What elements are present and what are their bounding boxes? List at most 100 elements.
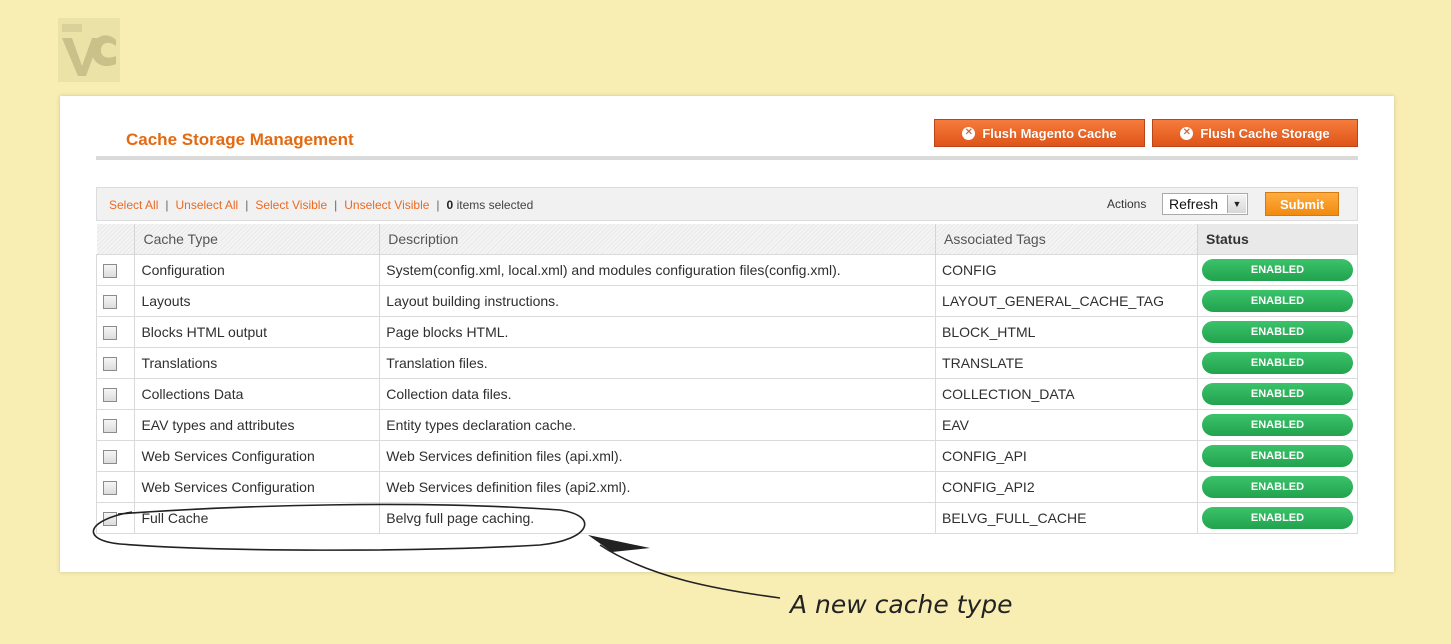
cell-status: ENABLED [1197,347,1358,379]
cell-description: Web Services definition files (api.xml). [379,440,937,472]
cache-management-panel: Cache Storage Management ✕ Flush Magento… [60,96,1394,572]
grid-body: Configuration System(config.xml, local.xm… [95,254,1358,534]
table-row[interactable]: Configuration System(config.xml, local.xm… [95,254,1358,286]
cell-associated-tags: TRANSLATE [935,347,1198,379]
close-circle-icon: ✕ [1180,126,1194,140]
status-badge: ENABLED [1202,352,1353,374]
checkbox-icon[interactable] [103,450,117,465]
status-badge: ENABLED [1202,414,1353,436]
row-checkbox-cell [95,316,136,348]
cell-status: ENABLED [1197,502,1358,534]
unselect-visible-link[interactable]: Unselect Visible [344,198,429,212]
table-row[interactable]: EAV types and attributes Entity types dec… [95,409,1358,441]
header-checkbox-col [96,224,136,255]
flush-cache-storage-button[interactable]: ✕ Flush Cache Storage [1152,119,1358,147]
table-row[interactable]: Blocks HTML output Page blocks HTML. BLOCK… [95,316,1358,348]
header-status[interactable]: Status [1197,224,1358,255]
grid-header-row: Cache Type Description Associated Tags S… [96,224,1358,255]
row-checkbox-cell [95,378,136,410]
flush-magento-cache-label: Flush Magento Cache [982,125,1117,141]
close-circle-icon: ✕ [962,126,976,140]
massaction-bar: Select All | Unselect All | Select Visible | U… [96,187,1358,221]
cell-description: Collection data files. [379,378,937,410]
cell-associated-tags: EAV [935,409,1198,441]
status-badge: ENABLED [1202,445,1353,467]
select-visible-link[interactable]: Select Visible [255,198,327,212]
cell-associated-tags: BELVG_FULL_CACHE [935,502,1198,534]
cell-associated-tags: LAYOUT_GENERAL_CACHE_TAG [935,285,1198,317]
row-checkbox-cell [95,347,136,379]
separator: | [245,198,249,212]
checkbox-icon[interactable] [103,419,117,434]
cell-cache-type: Full Cache [134,502,381,534]
cell-cache-type: Layouts [134,285,381,317]
table-row[interactable]: Layouts Layout building instructions. LAYO… [95,285,1358,317]
select-all-link[interactable]: Select All [109,198,158,212]
selected-suffix: items selected [456,198,534,212]
checkbox-icon[interactable] [103,264,117,279]
page-title: Cache Storage Management [126,130,354,149]
checkbox-icon[interactable] [103,326,117,341]
cell-status: ENABLED [1197,409,1358,441]
checkbox-icon[interactable] [103,481,117,496]
checkbox-icon[interactable] [103,388,117,403]
cell-status: ENABLED [1197,440,1358,472]
cache-grid: Cache Type Description Associated Tags S… [95,224,1358,534]
row-checkbox-cell [95,471,136,503]
status-badge: ENABLED [1202,259,1353,281]
cell-cache-type: Web Services Configuration [134,471,381,503]
cell-description: Belvg full page caching. [379,502,937,534]
cell-associated-tags: CONFIG [935,254,1198,286]
separator: | [334,198,338,212]
status-badge: ENABLED [1202,383,1353,405]
actions-select[interactable]: Refresh ▼ [1162,193,1248,215]
header-associated-tags[interactable]: Associated Tags [935,224,1198,255]
checkbox-icon[interactable] [103,357,117,372]
header-description[interactable]: Description [379,224,937,255]
status-badge: ENABLED [1202,507,1353,529]
belvg-logo-icon [58,18,120,82]
table-row[interactable]: Translations Translation files. TRANSLATE E… [95,347,1358,379]
actions-label: Actions [1107,197,1147,211]
unselect-all-link[interactable]: Unselect All [175,198,238,212]
row-checkbox-cell [95,254,136,286]
cell-status: ENABLED [1197,378,1358,410]
checkbox-icon[interactable] [103,512,117,527]
cell-status: ENABLED [1197,254,1358,286]
status-badge: ENABLED [1202,476,1353,498]
cell-description: System(config.xml, local.xml) and module… [379,254,937,286]
flush-magento-cache-button[interactable]: ✕ Flush Magento Cache [934,119,1145,147]
table-row[interactable]: Web Services Configuration Web Services d… [95,471,1358,503]
massaction-links: Select All | Unselect All | Select Visible | U… [109,198,533,212]
cell-description: Page blocks HTML. [379,316,937,348]
cell-description: Web Services definition files (api2.xml)… [379,471,937,503]
cell-status: ENABLED [1197,471,1358,503]
header-cache-type[interactable]: Cache Type [134,224,381,255]
submit-button[interactable]: Submit [1265,192,1339,216]
cell-cache-type: Configuration [134,254,381,286]
separator: | [165,198,169,212]
cell-associated-tags: CONFIG_API2 [935,471,1198,503]
cell-cache-type: EAV types and attributes [134,409,381,441]
actions-select-value: Refresh [1169,196,1219,212]
table-row[interactable]: Web Services Configuration Web Services d… [95,440,1358,472]
separator: | [436,198,440,212]
row-checkbox-cell [95,409,136,441]
cell-status: ENABLED [1197,316,1358,348]
cell-associated-tags: COLLECTION_DATA [935,378,1198,410]
table-row[interactable]: Collections Data Collection data files. CO… [95,378,1358,410]
row-checkbox-cell [95,502,136,534]
chevron-down-icon[interactable]: ▼ [1227,195,1246,213]
flush-cache-storage-label: Flush Cache Storage [1200,125,1330,141]
checkbox-icon[interactable] [103,295,117,310]
cell-associated-tags: BLOCK_HTML [935,316,1198,348]
row-checkbox-cell [95,440,136,472]
cell-description: Translation files. [379,347,937,379]
status-badge: ENABLED [1202,321,1353,343]
cell-associated-tags: CONFIG_API [935,440,1198,472]
cell-cache-type: Translations [134,347,381,379]
cell-cache-type: Blocks HTML output [134,316,381,348]
cell-description: Layout building instructions. [379,285,937,317]
table-row[interactable]: Full Cache Belvg full page caching. BELVG_… [95,502,1358,534]
cell-status: ENABLED [1197,285,1358,317]
